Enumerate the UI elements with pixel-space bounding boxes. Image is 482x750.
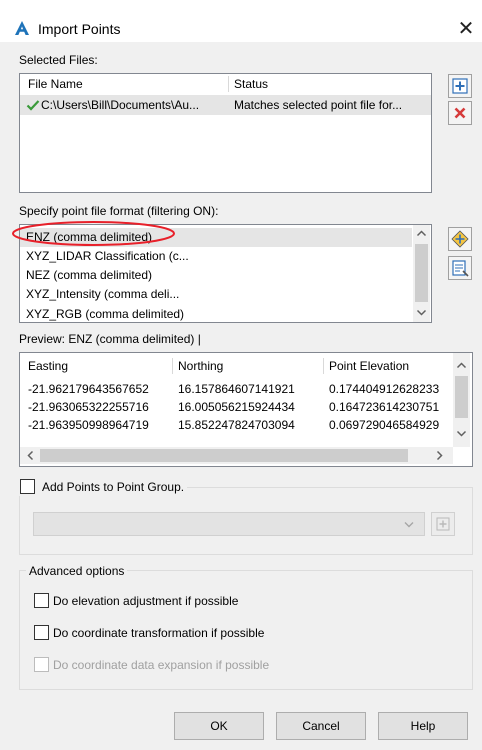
table-cell: 16.005056215924434 bbox=[178, 400, 295, 414]
point-group-dropdown[interactable] bbox=[33, 512, 425, 536]
elevation-adjustment-label[interactable]: Do elevation adjustment if possible bbox=[53, 592, 238, 610]
preview-vertical-scrollbar[interactable] bbox=[453, 353, 470, 447]
column-header-easting[interactable]: Easting bbox=[28, 356, 68, 376]
column-divider[interactable] bbox=[323, 358, 324, 374]
column-header-point-elevation[interactable]: Point Elevation bbox=[329, 356, 409, 376]
create-point-group-icon bbox=[436, 517, 450, 531]
advanced-options-label: Advanced options bbox=[26, 563, 128, 579]
table-cell: 16.157864607141921 bbox=[178, 382, 295, 396]
scroll-down-icon[interactable] bbox=[413, 304, 430, 321]
manage-formats-icon bbox=[451, 230, 469, 248]
remove-file-button[interactable] bbox=[448, 101, 472, 125]
scroll-thumb[interactable] bbox=[455, 376, 468, 418]
status-cell: Matches selected point file for... bbox=[234, 98, 403, 112]
scroll-up-icon[interactable] bbox=[413, 225, 430, 242]
help-button[interactable]: Help bbox=[378, 712, 468, 740]
manage-formats-button[interactable] bbox=[448, 227, 472, 251]
coordinate-expansion-label: Do coordinate data expansion if possible bbox=[53, 658, 270, 672]
list-item[interactable]: XYZ_RGB (comma delimited) bbox=[20, 305, 412, 322]
chevron-down-icon[interactable] bbox=[400, 515, 418, 533]
autocad-logo-icon bbox=[14, 20, 30, 36]
detect-format-icon bbox=[452, 260, 469, 277]
point-group-toggle[interactable]: Add Points to Point Group. bbox=[17, 478, 188, 496]
column-header-file-name[interactable]: File Name bbox=[28, 74, 83, 94]
format-label: Specify point file format (filtering ON)… bbox=[19, 204, 219, 218]
selected-files-list[interactable]: File Name Status C:\Users\Bill\Documents… bbox=[19, 73, 432, 193]
add-to-point-group-checkbox[interactable] bbox=[20, 479, 35, 494]
detect-format-button[interactable] bbox=[448, 256, 472, 280]
scroll-thumb[interactable] bbox=[40, 449, 408, 462]
format-scrollbar[interactable] bbox=[413, 225, 430, 322]
coordinate-transformation-checkbox[interactable] bbox=[34, 625, 49, 640]
column-header-status[interactable]: Status bbox=[234, 74, 268, 94]
column-divider[interactable] bbox=[172, 358, 173, 374]
list-item[interactable]: XYZ_LIDAR Classification (c... bbox=[20, 247, 412, 266]
cancel-button[interactable]: Cancel bbox=[276, 712, 366, 740]
create-point-group-button[interactable] bbox=[431, 512, 455, 536]
coordinate-transformation-label[interactable]: Do coordinate transformation if possible bbox=[53, 624, 264, 642]
dialog-title: Import Points bbox=[38, 21, 121, 37]
scroll-up-icon[interactable] bbox=[453, 357, 470, 374]
table-cell: -21.963065322255716 bbox=[28, 400, 149, 414]
table-cell: 0.174404912628233 bbox=[329, 382, 440, 396]
selected-files-label: Selected Files: bbox=[19, 53, 98, 67]
add-file-icon bbox=[452, 78, 468, 94]
add-file-button[interactable] bbox=[448, 74, 472, 98]
scroll-right-icon[interactable] bbox=[431, 447, 448, 464]
preview-table[interactable]: Easting Northing Point Elevation -21.962… bbox=[19, 352, 473, 467]
close-icon[interactable]: ✕ bbox=[452, 14, 480, 44]
table-cell: 15.852247824703094 bbox=[178, 418, 295, 432]
scroll-left-icon[interactable] bbox=[22, 447, 39, 464]
scroll-thumb[interactable] bbox=[415, 244, 428, 302]
checkmark-icon bbox=[26, 98, 40, 112]
column-divider[interactable] bbox=[228, 76, 229, 92]
preview-label: Preview: ENZ (comma delimited) | bbox=[19, 332, 201, 346]
title-bar[interactable]: Import Points ✕ bbox=[0, 6, 482, 42]
ok-button[interactable]: OK bbox=[174, 712, 264, 740]
table-cell: -21.962179643567652 bbox=[28, 382, 149, 396]
column-header-northing[interactable]: Northing bbox=[178, 356, 223, 376]
table-cell: 0.164723614230751 bbox=[329, 400, 440, 414]
table-cell: 0.069729046584929 bbox=[329, 418, 440, 432]
scroll-down-icon[interactable] bbox=[453, 425, 470, 442]
table-row[interactable]: C:\Users\Bill\Documents\Au... Matches se… bbox=[20, 95, 431, 115]
table-cell: -21.963950998964719 bbox=[28, 418, 149, 432]
preview-horizontal-scrollbar[interactable] bbox=[20, 447, 453, 464]
file-name-cell: C:\Users\Bill\Documents\Au... bbox=[41, 98, 200, 112]
list-item[interactable]: XYZ_Intensity (comma deli... bbox=[20, 285, 412, 304]
coordinate-expansion-checkbox bbox=[34, 657, 49, 672]
add-to-point-group-label[interactable]: Add Points to Point Group. bbox=[42, 480, 184, 494]
selected-format-highlight bbox=[11, 220, 176, 247]
elevation-adjustment-checkbox[interactable] bbox=[34, 593, 49, 608]
list-item[interactable]: NEZ (comma delimited) bbox=[20, 266, 412, 285]
remove-file-icon bbox=[454, 107, 466, 119]
